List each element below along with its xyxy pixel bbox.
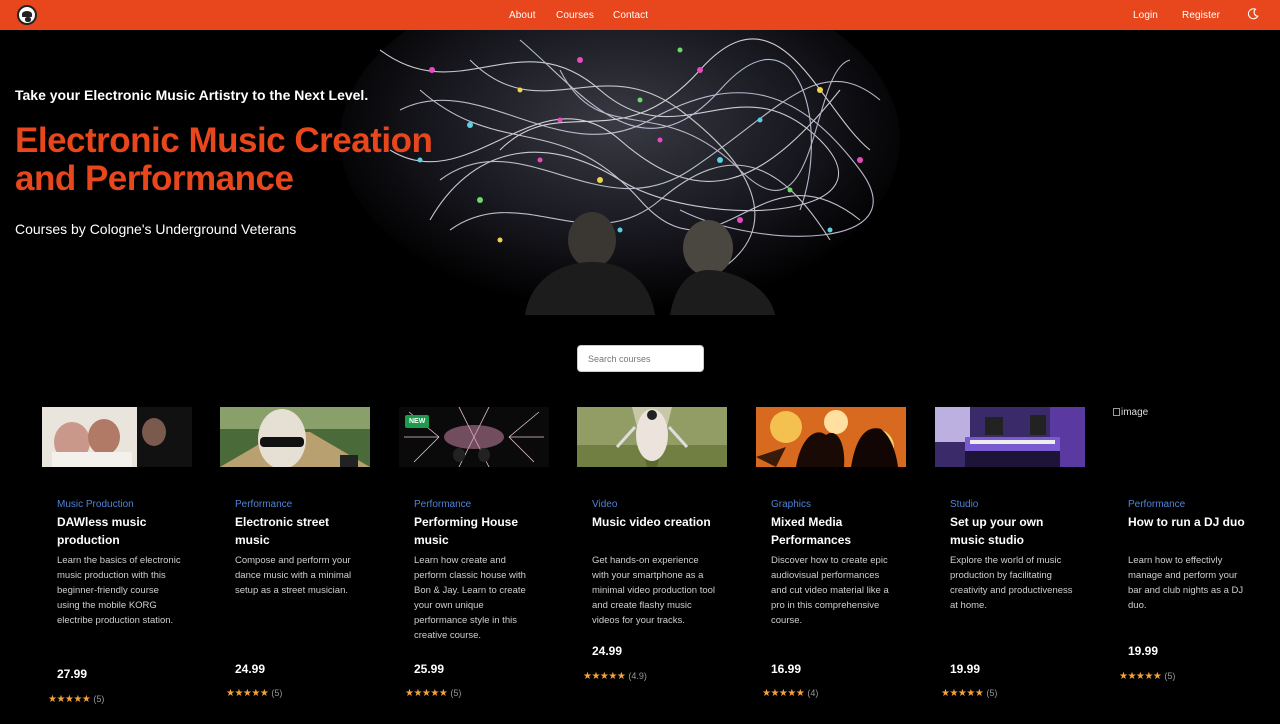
course-price: 24.99: [592, 644, 623, 658]
rating-stars-icon: ★★★★★: [48, 694, 91, 705]
course-rating: ★★★★★ (4.9): [583, 671, 647, 682]
nav-contact-link[interactable]: Contact: [613, 10, 648, 21]
course-rating: ★★★★★ (5): [48, 694, 104, 705]
rating-count: (5): [1164, 671, 1176, 681]
course-title: How to run a DJ duo: [1128, 515, 1245, 529]
course-title: Mixed Media Performances: [771, 515, 852, 547]
course-rating: ★★★★★ (4): [762, 688, 818, 699]
nav-courses-link[interactable]: Courses: [556, 10, 594, 21]
course-price: 25.99: [414, 662, 445, 676]
nav-about-link[interactable]: About: [509, 10, 536, 21]
course-category: Performance: [414, 499, 472, 510]
login-link[interactable]: Login: [1133, 10, 1158, 21]
course-description: Get hands-on experience with your smartp…: [592, 555, 716, 626]
course-category: Studio: [950, 499, 979, 510]
register-link[interactable]: Register: [1182, 10, 1220, 21]
rating-stars-icon: ★★★★★: [226, 688, 269, 699]
hero-subtitle: Courses by Cologne's Underground Veteran…: [15, 221, 297, 237]
dark-mode-moon-icon[interactable]: [1247, 8, 1259, 20]
rating-count: (5): [986, 688, 998, 698]
course-description: Compose and perform your dance music wit…: [235, 555, 352, 596]
rating-count: (5): [450, 688, 462, 698]
course-price: 19.99: [1128, 644, 1159, 658]
course-description: Discover how to create epic audiovisual …: [771, 555, 889, 626]
rating-stars-icon: ★★★★★: [941, 688, 984, 699]
hero-section: Take your Electronic Music Artistry to t…: [0, 30, 1280, 315]
hero-tagline: Take your Electronic Music Artistry to t…: [15, 87, 369, 103]
rating-stars-icon: ★★★★★: [583, 671, 626, 682]
rating-count: (4): [807, 688, 819, 698]
course-price: 24.99: [235, 662, 266, 676]
new-badge: NEW: [405, 415, 430, 428]
search-courses-input[interactable]: [577, 345, 704, 372]
course-thumbnail: [220, 407, 370, 467]
broken-image-alt: image: [1113, 407, 1148, 418]
rating-stars-icon: ★★★★★: [762, 688, 805, 699]
course-rating: ★★★★★ (5): [405, 688, 461, 699]
top-navbar: About Courses Contact Login Register: [0, 0, 1280, 30]
rating-count: (5): [93, 694, 105, 704]
course-card[interactable]: NEW Performance Performing House music L…: [399, 407, 549, 717]
hero-headline: Electronic Music Creation and Performanc…: [15, 121, 433, 198]
rating-stars-icon: ★★★★★: [405, 688, 448, 699]
course-category: Video: [592, 499, 618, 510]
course-category: Performance: [235, 499, 293, 510]
course-category: Performance: [1128, 499, 1186, 510]
course-title: Performing House music: [414, 515, 519, 547]
course-card[interactable]: image Performance How to run a DJ duo Le…: [1113, 407, 1263, 717]
course-thumbnail: [935, 407, 1085, 467]
course-thumbnail: [577, 407, 727, 467]
course-thumbnail: [42, 407, 192, 467]
course-title: Music video creation: [592, 515, 711, 529]
course-rating: ★★★★★ (5): [1119, 671, 1175, 682]
course-card[interactable]: Video Music video creation Get hands-on …: [577, 407, 727, 717]
course-title: DAWless music production: [57, 515, 147, 547]
course-description: Learn the basics of electronic music pro…: [57, 555, 181, 626]
course-price: 19.99: [950, 662, 981, 676]
course-rating: ★★★★★ (5): [941, 688, 997, 699]
course-card[interactable]: Studio Set up your own music studio Expl…: [935, 407, 1085, 717]
course-rating: ★★★★★ (5): [226, 688, 282, 699]
course-description: Learn how create and perform classic hou…: [414, 555, 526, 641]
course-card[interactable]: Graphics Mixed Media Performances Discov…: [756, 407, 906, 717]
course-thumbnail: [756, 407, 906, 467]
rating-count: (5): [271, 688, 283, 698]
course-thumbnail: NEW: [399, 407, 549, 467]
course-description: Explore the world of music production by…: [950, 555, 1073, 611]
rating-count: (4.9): [628, 671, 647, 681]
course-price: 16.99: [771, 662, 802, 676]
course-thumbnail: image: [1113, 407, 1263, 467]
logo-icon[interactable]: [17, 5, 37, 25]
course-category: Graphics: [771, 499, 812, 510]
course-title: Set up your own music studio: [950, 515, 1044, 547]
course-card[interactable]: Performance Electronic street music Comp…: [220, 407, 370, 717]
course-title: Electronic street music: [235, 515, 330, 547]
course-price: 27.99: [57, 667, 88, 681]
rating-stars-icon: ★★★★★: [1119, 671, 1162, 682]
course-description: Learn how to effectivly manage and perfo…: [1128, 555, 1244, 611]
course-card[interactable]: Music Production DAWless music productio…: [42, 407, 192, 717]
course-category: Music Production: [57, 499, 134, 510]
